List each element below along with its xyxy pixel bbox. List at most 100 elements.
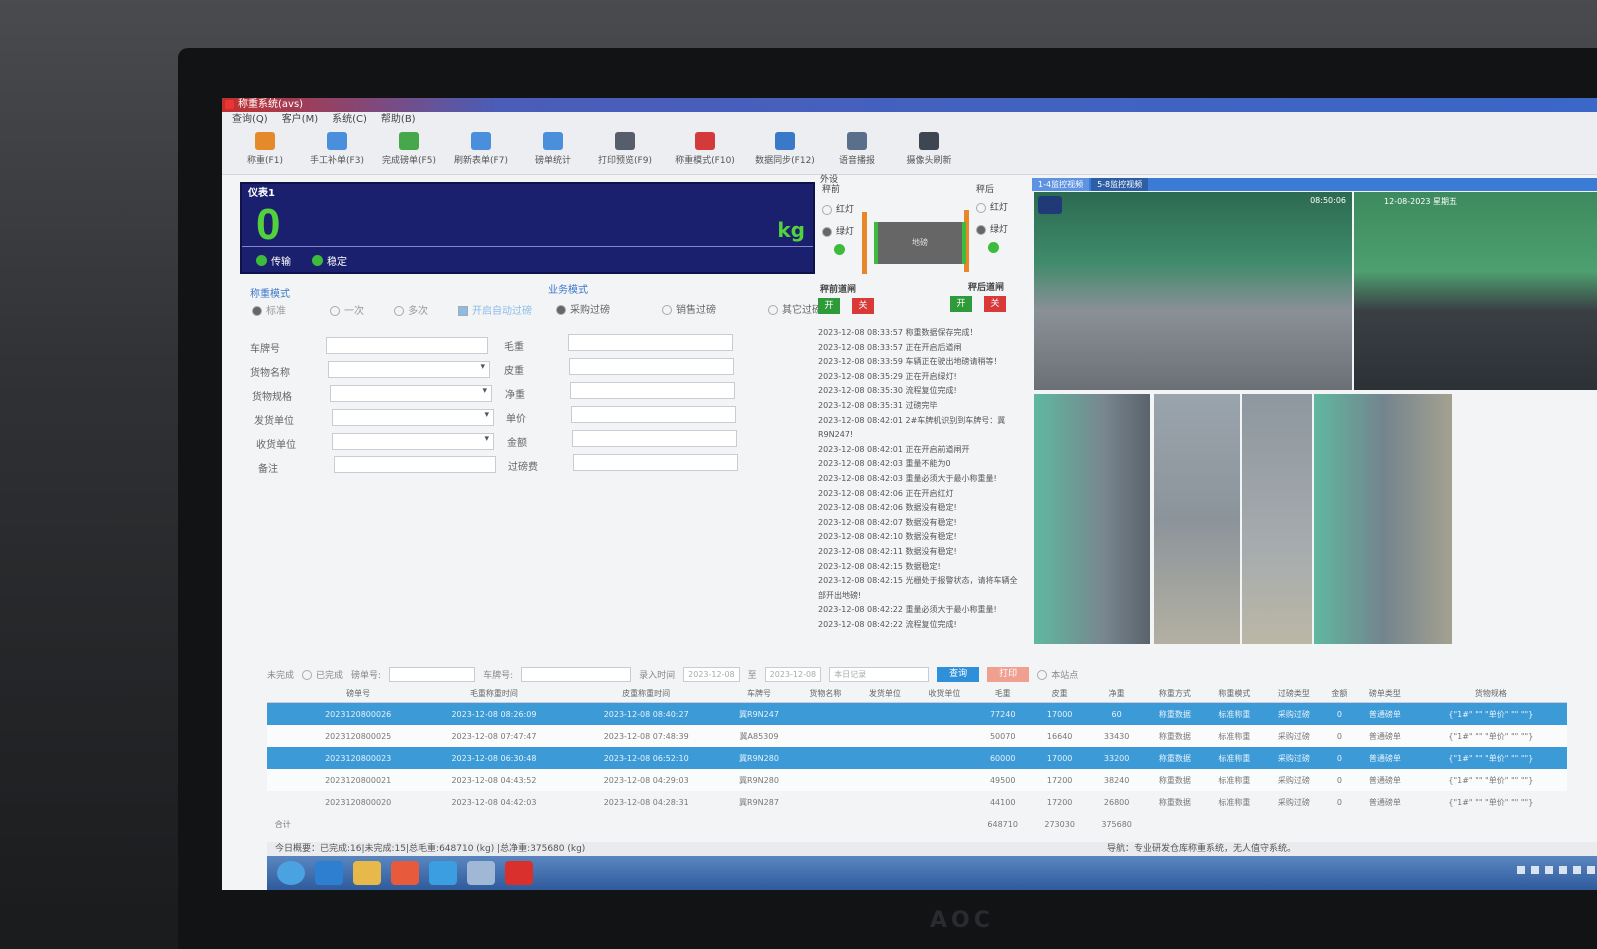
menu-help[interactable]: 帮助(B) [381, 112, 416, 128]
table-row[interactable]: 2023120800023 2023-12-08 06:30:48 2023-12-… [267, 747, 1567, 769]
column-header[interactable]: 车牌号 [722, 684, 796, 703]
fee-input[interactable] [573, 454, 738, 471]
tab-camera-1-4[interactable]: 1-4监控视频 [1032, 178, 1090, 191]
empty-cell [915, 813, 975, 835]
unit-price-input[interactable] [571, 406, 736, 423]
tray-icon[interactable] [1559, 866, 1567, 874]
date-from-input[interactable]: 2023-12-08 [683, 666, 740, 682]
front-gate-arm [862, 212, 867, 274]
toolbar-button-6[interactable]: 称重模式(F10) [670, 128, 740, 166]
event-log[interactable]: 2023-12-08 08:33:57 称重数据保存完成！ 2023-12-08 … [818, 326, 1023, 646]
tray-icon[interactable] [1573, 866, 1581, 874]
range-select[interactable]: 本日记录 [829, 666, 930, 682]
column-header[interactable]: 货物名称 [795, 684, 856, 703]
radio-sales[interactable]: 销售过磅 [662, 301, 716, 316]
taskbar-app-icon[interactable] [315, 861, 343, 885]
toolbar-label: 完成磅单(F5) [382, 156, 436, 166]
camera-feed-5[interactable] [1242, 394, 1312, 644]
menu-customer[interactable]: 客户(M) [282, 112, 318, 128]
column-header[interactable]: 金额 [1323, 684, 1356, 703]
net-input[interactable] [570, 382, 735, 399]
back-green-light[interactable]: 绿灯 [976, 222, 1008, 235]
local-site-checkbox[interactable]: 本站点 [1037, 668, 1078, 681]
toolbar-button-2[interactable]: 完成磅单(F5) [374, 128, 444, 166]
toolbar-button-8[interactable]: 语音播报 [822, 128, 892, 166]
taskbar-app-icon[interactable] [505, 861, 533, 885]
camera-feed-3[interactable] [1034, 394, 1150, 644]
edit-form-icon [327, 132, 347, 150]
remark-input[interactable] [334, 456, 496, 473]
column-header[interactable]: 发货单位 [855, 684, 915, 703]
goods-spec-select[interactable] [330, 385, 492, 402]
camera-feed-4[interactable] [1154, 394, 1240, 644]
column-header[interactable]: 磅单类型 [1355, 684, 1415, 703]
radio-multi[interactable]: 多次 [394, 302, 428, 317]
taskbar-app-icon[interactable] [429, 861, 457, 885]
front-green-light[interactable]: 绿灯 [822, 224, 854, 237]
column-header[interactable]: 过磅类型 [1264, 684, 1324, 703]
plate-filter-select[interactable] [521, 666, 632, 682]
table-row[interactable]: 2023120800021 2023-12-08 04:43:52 2023-12-… [267, 769, 1567, 791]
sender-select[interactable] [332, 409, 494, 426]
taskbar-app-icon[interactable] [277, 861, 305, 885]
back-gate-open-button[interactable]: 开 [950, 296, 972, 312]
radio-standard[interactable]: 标准 [252, 302, 286, 317]
plate-input[interactable] [326, 337, 488, 354]
toolbar-button-7[interactable]: 数据同步(F12) [750, 128, 820, 166]
table-cell: 26800 [1103, 797, 1130, 807]
menu-query[interactable]: 查询(Q) [232, 112, 268, 128]
gross-input[interactable] [568, 334, 733, 351]
unfinished-filter[interactable]: 未完成 [267, 668, 294, 681]
back-red-light[interactable]: 红灯 [976, 200, 1008, 213]
query-button[interactable]: 查询 [937, 666, 980, 682]
column-header[interactable]: 皮重称重时间 [570, 684, 723, 703]
front-red-light[interactable]: 红灯 [822, 202, 854, 215]
toolbar-button-1[interactable]: 手工补单(F3) [302, 128, 372, 166]
table-row[interactable]: 2023120800026 2023-12-08 08:26:09 2023-12-… [267, 702, 1567, 725]
taskbar-app-icon[interactable] [353, 861, 381, 885]
radio-once[interactable]: 一次 [330, 302, 364, 317]
column-header[interactable]: 货物规格 [1414, 684, 1567, 703]
column-header[interactable]: 净重 [1088, 684, 1146, 703]
toolbar-button-0[interactable]: 称重(F1) [230, 128, 300, 166]
radio-purchase[interactable]: 采购过磅 [556, 301, 610, 316]
toolbar-button-5[interactable]: 打印预览(F9) [590, 128, 660, 166]
table-row[interactable]: 2023120800020 2023-12-08 04:42:03 2023-12-… [267, 791, 1567, 813]
goods-name-select[interactable] [328, 361, 490, 378]
column-header[interactable]: 称重模式 [1204, 684, 1265, 703]
receiver-select[interactable] [332, 433, 494, 450]
toolbar-button-4[interactable]: 磅单统计 [518, 128, 588, 166]
amount-input[interactable] [572, 430, 737, 447]
tare-input[interactable] [569, 358, 734, 375]
column-header[interactable]: 毛重 [974, 684, 1032, 703]
camera-feed-6[interactable] [1314, 394, 1452, 644]
column-header[interactable]: 称重方式 [1145, 684, 1205, 703]
print-button[interactable]: 打印 [987, 666, 1030, 682]
tray-icon[interactable] [1545, 866, 1553, 874]
taskbar-app-icon[interactable] [391, 861, 419, 885]
column-header[interactable]: 毛重称重时间 [417, 684, 571, 703]
toolbar-button-9[interactable]: 摄像头刷新 [894, 128, 964, 166]
front-gate-open-button[interactable]: 开 [818, 298, 840, 314]
column-header[interactable]: 磅单号 [298, 684, 418, 703]
log-line: 2023-12-08 08:42:03 重量不能为0 [818, 459, 951, 469]
taskbar-app-icon[interactable] [467, 861, 495, 885]
tray-icon[interactable] [1587, 866, 1595, 874]
auto-weigh-checkbox[interactable]: 开启自动过磅 [458, 302, 532, 317]
camera-feed-2[interactable]: 12-08-2023 星期五 [1354, 192, 1597, 390]
column-header[interactable]: 皮重 [1031, 684, 1089, 703]
toolbar-button-3[interactable]: 刷新表单(F7) [446, 128, 516, 166]
front-gate-close-button[interactable]: 关 [852, 298, 874, 314]
radio-other[interactable]: 其它过磅 [768, 301, 822, 316]
table-row[interactable]: 2023120800025 2023-12-08 07:47:47 2023-12-… [267, 725, 1567, 747]
finished-filter[interactable]: 已完成 [302, 668, 343, 681]
date-to-input[interactable]: 2023-12-08 [764, 666, 822, 682]
camera-feed-1[interactable]: 08:50:06 [1034, 192, 1352, 390]
menu-system[interactable]: 系统(C) [332, 112, 367, 128]
tray-icon[interactable] [1531, 866, 1539, 874]
back-gate-close-button[interactable]: 关 [984, 296, 1006, 312]
column-header[interactable]: 收货单位 [914, 684, 975, 703]
bill-no-input[interactable] [389, 666, 476, 682]
tab-camera-5-8[interactable]: 5-8监控视频 [1091, 178, 1149, 191]
tray-icon[interactable] [1517, 866, 1525, 874]
